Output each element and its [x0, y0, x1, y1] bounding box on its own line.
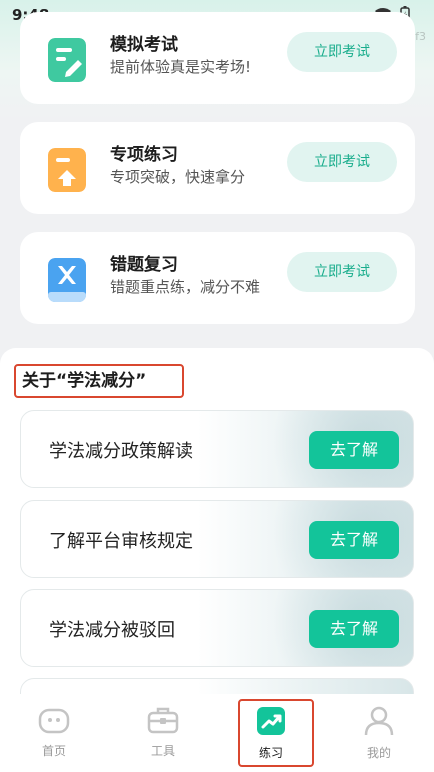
learn-item-title: 了解平台审核规定 [49, 531, 193, 552]
section-title: 关于“学法减分” [14, 364, 184, 398]
start-exam-button[interactable]: 立即考试 [287, 142, 397, 182]
active-tab-highlight [238, 699, 314, 767]
tab-label: 我的 [366, 746, 391, 760]
tab-home[interactable]: 首页 [19, 706, 89, 759]
learn-item-title: 学法减分政策解读 [49, 441, 193, 462]
exam-card-title: 专项练习 [110, 145, 178, 165]
exam-card-title: 模拟考试 [110, 35, 178, 55]
tab-tools[interactable]: 工具 [128, 706, 198, 759]
start-exam-button[interactable]: 立即考试 [287, 32, 397, 72]
learn-more-button[interactable]: 去了解 [309, 521, 399, 559]
tab-label: 工具 [150, 744, 175, 758]
learn-item[interactable]: 了解平台审核规定 去了解 [20, 500, 414, 578]
learn-more-button[interactable]: 去了解 [309, 431, 399, 469]
start-exam-button[interactable]: 立即考试 [287, 252, 397, 292]
toolbox-icon [147, 707, 179, 734]
user-icon [364, 706, 394, 736]
upgrade-document-icon [48, 148, 86, 192]
exam-card-subtitle: 专项突破，快速拿分 [110, 168, 246, 186]
exam-card-title: 错题复习 [110, 255, 178, 275]
bottom-tab-bar: 首页 工具 练习 我的 [0, 694, 434, 772]
learn-item[interactable]: 学法减分政策解读 去了解 [20, 410, 414, 488]
tab-mine[interactable]: 我的 [344, 706, 414, 761]
home-icon [38, 708, 70, 734]
learn-more-button[interactable]: 去了解 [309, 610, 399, 648]
exam-card-mock: 模拟考试 提前体验真是实考场! 立即考试 [20, 12, 415, 104]
tab-label: 首页 [41, 744, 66, 758]
exam-card-special: 专项练习 专项突破，快速拿分 立即考试 [20, 122, 415, 214]
learn-item-title: 学法减分被驳回 [49, 620, 175, 641]
exam-card-subtitle: 错题重点练，减分不难 [110, 278, 261, 296]
learn-item[interactable]: 学法减分被驳回 去了解 [20, 589, 414, 667]
exam-card-subtitle: 提前体验真是实考场! [110, 58, 252, 76]
wrong-book-icon [48, 258, 86, 302]
edit-document-icon [48, 38, 86, 82]
exam-card-review: 错题复习 错题重点练，减分不难 立即考试 [20, 232, 415, 324]
